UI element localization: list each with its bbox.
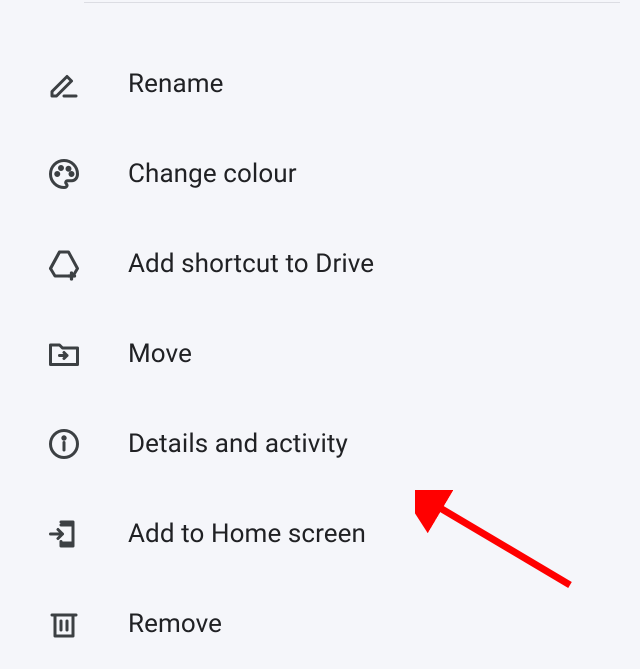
menu-item-label: Details and activity bbox=[128, 429, 348, 459]
menu-item-label: Move bbox=[128, 339, 192, 369]
rename-icon bbox=[44, 64, 84, 104]
palette-icon bbox=[44, 154, 84, 194]
menu-item-details-and-activity[interactable]: Details and activity bbox=[44, 399, 620, 489]
menu-item-label: Rename bbox=[128, 69, 224, 99]
menu-list: Rename Change colour bbox=[44, 3, 620, 669]
menu-item-label: Add to Home screen bbox=[128, 519, 366, 549]
trash-icon bbox=[44, 604, 84, 644]
menu-item-label: Remove bbox=[128, 609, 222, 639]
menu-item-label: Add shortcut to Drive bbox=[128, 249, 374, 279]
context-menu: Rename Change colour bbox=[0, 0, 640, 669]
info-icon bbox=[44, 424, 84, 464]
add-to-home-screen-icon bbox=[44, 514, 84, 554]
drive-shortcut-icon bbox=[44, 244, 84, 284]
menu-item-change-colour[interactable]: Change colour bbox=[44, 129, 620, 219]
menu-item-remove[interactable]: Remove bbox=[44, 579, 620, 669]
menu-item-label: Change colour bbox=[128, 159, 297, 189]
menu-item-add-shortcut-to-drive[interactable]: Add shortcut to Drive bbox=[44, 219, 620, 309]
menu-item-move[interactable]: Move bbox=[44, 309, 620, 399]
menu-item-rename[interactable]: Rename bbox=[44, 39, 620, 129]
menu-item-add-to-home-screen[interactable]: Add to Home screen bbox=[44, 489, 620, 579]
folder-move-icon bbox=[44, 334, 84, 374]
